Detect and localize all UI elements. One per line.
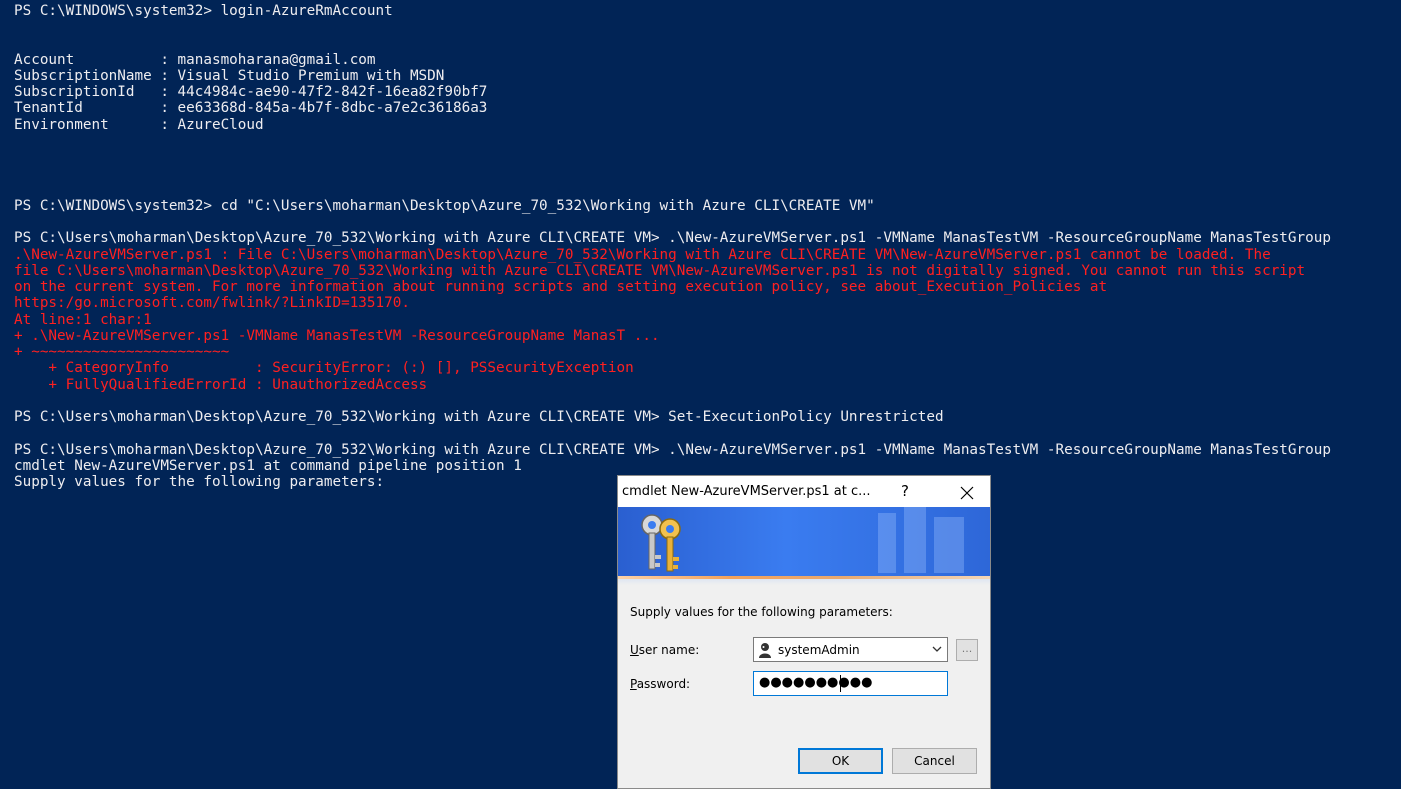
console-error-line: + CategoryInfo : SecurityError: (:) [], … — [14, 360, 634, 376]
help-icon[interactable]: ? — [890, 476, 920, 507]
chevron-down-icon[interactable] — [931, 643, 943, 655]
console-error-line: + ~~~~~~~~~~~~~~~~~~~~~~~ — [14, 344, 230, 360]
credential-dialog: cmdlet New-AzureVMServer.ps1 at c... ? S… — [617, 475, 991, 789]
cancel-button[interactable]: Cancel — [892, 748, 977, 774]
username-label: User name: — [630, 643, 699, 657]
console-line: SubscriptionName : Visual Studio Premium… — [14, 68, 445, 84]
console-line: PS C:\WINDOWS\system32> cd "C:\Users\moh… — [14, 198, 875, 214]
console-error-line: .\New-AzureVMServer.ps1 : File C:\Users\… — [14, 247, 1271, 263]
console-line: PS C:\WINDOWS\system32> login-AzureRmAcc… — [14, 3, 393, 19]
console-line: Supply values for the following paramete… — [14, 474, 385, 490]
console-line: SubscriptionId : 44c4984c-ae90-47f2-842f… — [14, 84, 488, 100]
console-line: cmdlet New-AzureVMServer.ps1 at command … — [14, 458, 522, 474]
console-error-line: https:/go.microsoft.com/fwlink/?LinkID=1… — [14, 295, 410, 311]
console-error-line: + FullyQualifiedErrorId : UnauthorizedAc… — [14, 377, 428, 393]
password-label-text: assword: — [636, 677, 691, 691]
password-label-accesskey: P — [630, 677, 637, 691]
console-error-line: file C:\Users\moharman\Desktop\Azure_70_… — [14, 263, 1306, 279]
banner-shadow — [618, 579, 990, 585]
console-line: PS C:\Users\moharman\Desktop\Azure_70_53… — [14, 230, 1331, 246]
console-line: Environment : AzureCloud — [14, 117, 264, 133]
password-label: Password: — [630, 677, 690, 691]
console-line: Account : manasmoharana@gmail.com — [14, 52, 376, 68]
user-icon — [759, 643, 771, 658]
close-icon[interactable] — [944, 476, 990, 507]
keys-icon — [641, 514, 681, 572]
console-line: PS C:\Users\moharman\Desktop\Azure_70_53… — [14, 442, 1331, 458]
console-line: TenantId : ee63368d-845a-4b7f-8dbc-a7e2c… — [14, 100, 488, 116]
dialog-prompt: Supply values for the following paramete… — [630, 605, 893, 619]
console-error-line: on the current system. For more informat… — [14, 279, 1108, 295]
username-value: systemAdmin — [778, 643, 860, 657]
text-caret — [840, 675, 841, 692]
password-field[interactable]: ●●●●●●●●●● — [753, 671, 948, 696]
console-error-line: + .\New-AzureVMServer.ps1 -VMName ManasT… — [14, 328, 660, 344]
dialog-titlebar[interactable]: cmdlet New-AzureVMServer.ps1 at c... ? — [618, 476, 990, 507]
browse-credentials-button[interactable]: ... — [956, 639, 978, 661]
username-label-text: ser name: — [638, 643, 700, 657]
username-combobox[interactable]: systemAdmin — [753, 637, 948, 662]
username-label-accesskey: U — [630, 643, 639, 657]
console-error-line: At line:1 char:1 — [14, 312, 152, 328]
dialog-title: cmdlet New-AzureVMServer.ps1 at c... — [622, 484, 871, 499]
ok-button[interactable]: OK — [798, 748, 883, 774]
dialog-banner — [618, 507, 990, 579]
password-value: ●●●●●●●●●● — [759, 675, 873, 690]
console-line: PS C:\Users\moharman\Desktop\Azure_70_53… — [14, 409, 944, 425]
decorative-keys-icon — [878, 507, 964, 573]
